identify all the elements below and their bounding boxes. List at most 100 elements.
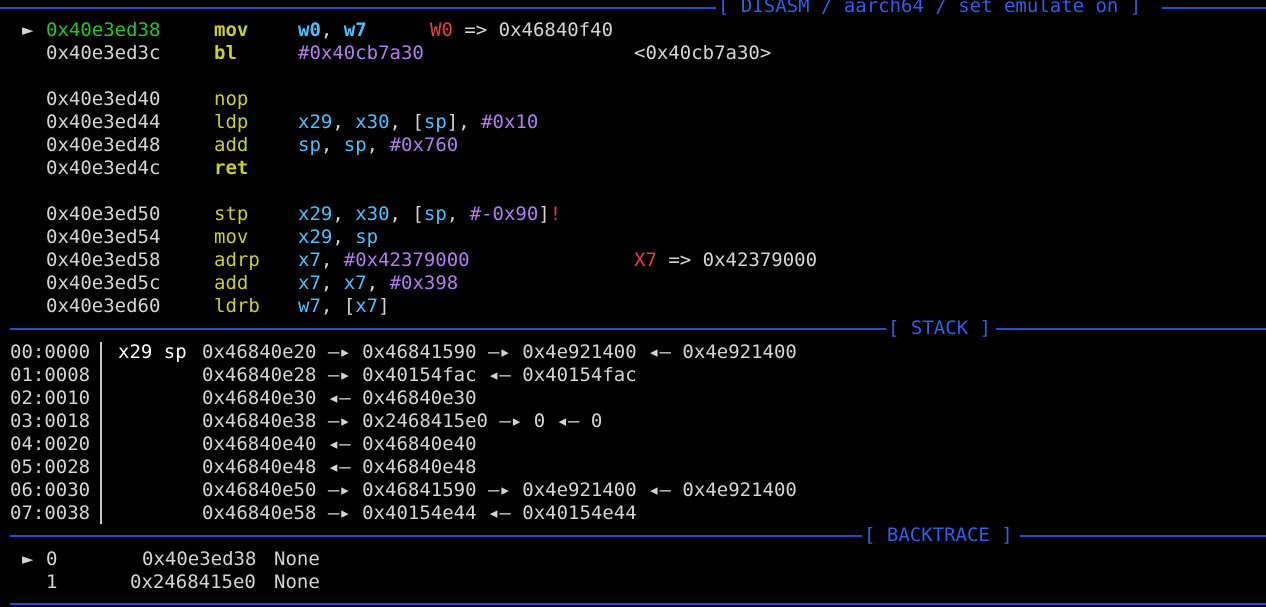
current-frame-marker-icon: ► [22,548,34,570]
operand-token: , [320,249,344,271]
stack-row[interactable]: 07:0038 0x46840e58 —▸ 0x40154e44 ◂— 0x401… [0,502,1266,525]
stack-pointer-chain: 0x46840e38 —▸ 0x2468415e0 —▸ 0 ◂— 0 [202,410,603,432]
instruction-address: 0x40e3ed60 [46,295,161,317]
stack-offset: 04:0020 [10,433,91,455]
frame-address: 0x2468415e0 [130,571,268,593]
instruction-operands: x29, x30, [sp, #-0x90]! [298,203,561,226]
operand-token: w7 [343,19,367,41]
bottom-separator [10,603,1266,605]
stack-register-labels: x29 sp [118,341,187,363]
frame-symbol: None [274,571,320,593]
operand-token: , [332,226,356,248]
terminal-window[interactable]: [ DISASM / aarch64 / set emulate on ] ► 0… [0,0,1266,607]
disasm-line[interactable]: 0x40e3ed54 mov x29, sp [0,226,1266,249]
operand-token: x30 [355,203,390,225]
disasm-line[interactable]: 0x40e3ed58 adrp x7, #0x42379000 X7 => 0x423… [0,249,1266,272]
operand-token: x7 [298,249,321,271]
stack-row[interactable]: 01:0008 0x46840e28 —▸ 0x40154fac ◂— 0x401… [0,364,1266,387]
stack-row[interactable]: 05:0028 0x46840e48 ◂— 0x46840e48 [0,456,1266,479]
instruction-mnemonic: nop [214,88,249,110]
disasm-line[interactable]: 0x40e3ed4c ret [0,157,1266,180]
instruction-address: 0x40e3ed44 [46,111,161,133]
disasm-line[interactable]: 0x40e3ed40 nop [0,88,1266,111]
stack-row[interactable]: 00:0000 x29 sp 0x46840e20 —▸ 0x46841590 —▸… [0,341,1266,364]
disasm-line[interactable] [0,180,1266,203]
stack-separator-left [10,328,886,330]
stack-pointer-chain: 0x46840e50 —▸ 0x46841590 —▸ 0x4e921400 ◂… [202,479,797,501]
stack-separator-right [996,328,1266,330]
operand-token: ] [538,203,550,225]
operand-token: , [332,111,356,133]
operand-token: x7 [298,272,321,294]
operand-token: w7 [298,295,321,317]
annotation-register: X7 [634,249,657,271]
operand-token: , [446,203,470,225]
disasm-line[interactable]: ► 0x40e3ed38 mov w0, w7 W0 => 0x46840f40 [0,19,1266,42]
disasm-line[interactable]: 0x40e3ed3c bl #0x40cb7a30 <0x40cb7a30> [0,42,1266,65]
instruction-operands: x7, #0x42379000 [298,249,470,272]
instruction-address: 0x40e3ed54 [46,226,161,248]
operand-token: x29 [298,111,333,133]
instruction-mnemonic: ldrb [214,295,260,317]
stack-pointer-chain: 0x46840e30 ◂— 0x46840e30 [202,387,477,409]
operand-token: sp [343,134,367,156]
operand-token: ] [378,295,390,317]
backtrace-separator-right [1020,535,1266,537]
instruction-address: 0x40e3ed58 [46,249,161,271]
disasm-line[interactable] [0,65,1266,88]
instruction-mnemonic: bl [214,42,237,64]
instruction-address: 0x40e3ed3c [46,42,161,64]
instruction-mnemonic: ldp [214,111,249,133]
disasm-line[interactable]: 0x40e3ed5c add x7, x7, #0x398 [0,272,1266,295]
instruction-mnemonic: stp [214,203,249,225]
operand-token: w0 [298,19,321,41]
operand-token: , [366,272,390,294]
operand-token: , [ [389,203,424,225]
operand-token: #0x42379000 [343,249,470,271]
stack-pointer-chain: 0x46840e40 ◂— 0x46840e40 [202,433,477,455]
instruction-address: 0x40e3ed4c [46,157,161,179]
instruction-operands: x29, x30, [sp], #0x10 [298,111,538,134]
stack-row[interactable]: 03:0018 0x46840e38 —▸ 0x2468415e0 —▸ 0 ◂—… [0,410,1266,433]
annotation-register: W0 [430,19,453,41]
instruction-mnemonic: add [214,272,249,294]
frame-symbol: None [274,548,320,570]
operand-token: #0x10 [481,111,539,133]
operand-token: , [320,134,344,156]
operand-token: x7 [355,295,379,317]
stack-row[interactable]: 06:0030 0x46840e50 —▸ 0x46841590 —▸ 0x4e9… [0,479,1266,502]
operand-token: sp [355,226,379,248]
stack-offset: 03:0018 [10,410,91,432]
disasm-line[interactable]: 0x40e3ed60 ldrb w7, [x7] [0,295,1266,318]
backtrace-frame[interactable]: 1 0x2468415e0 None [0,571,1266,594]
instruction-address: 0x40e3ed38 [46,19,161,41]
disasm-line[interactable]: 0x40e3ed50 stp x29, x30, [sp, #-0x90]! [0,203,1266,226]
backtrace-title: [ BACKTRACE ] [862,524,1015,547]
disasm-line[interactable]: 0x40e3ed44 ldp x29, x30, [sp], #0x10 [0,111,1266,134]
instruction-operands: w0, w7 [298,19,367,42]
emulation-annotation: X7 => 0x42379000 [634,249,817,272]
instruction-mnemonic: add [214,134,249,156]
emulation-annotation: W0 => 0x46840f40 [430,19,613,42]
disasm-line[interactable]: 0x40e3ed48 add sp, sp, #0x760 [0,134,1266,157]
instruction-address: 0x40e3ed5c [46,272,161,294]
operand-token: #0x760 [389,134,459,156]
stack-row[interactable]: 04:0020 0x46840e40 ◂— 0x46840e40 [0,433,1266,456]
backtrace-frame[interactable]: ► 0 0x40e3ed38 None [0,548,1266,571]
stack-row[interactable]: 02:0010 0x46840e30 ◂— 0x46840e30 [0,387,1266,410]
operand-token: , [320,19,344,41]
stack-pointer-chain: 0x46840e20 —▸ 0x46841590 —▸ 0x4e921400 ◂… [202,341,797,363]
annotation-value: => 0x46840f40 [452,19,614,41]
operand-token: , [320,272,344,294]
operand-token: #0x398 [389,272,459,294]
operand-token: x30 [355,111,390,133]
operand-token: sp [298,134,321,156]
frame-index: 0 [46,548,58,570]
stack-offset: 05:0028 [10,456,91,478]
disasm-separator-right [1162,7,1266,9]
annotation-value: <0x40cb7a30> [634,42,772,64]
operand-token: , [ [389,111,424,133]
instruction-operands: x29, sp [298,226,378,249]
stack-offset: 07:0038 [10,502,91,524]
stack-pointer-chain: 0x46840e58 —▸ 0x40154e44 ◂— 0x40154e44 [202,502,637,524]
